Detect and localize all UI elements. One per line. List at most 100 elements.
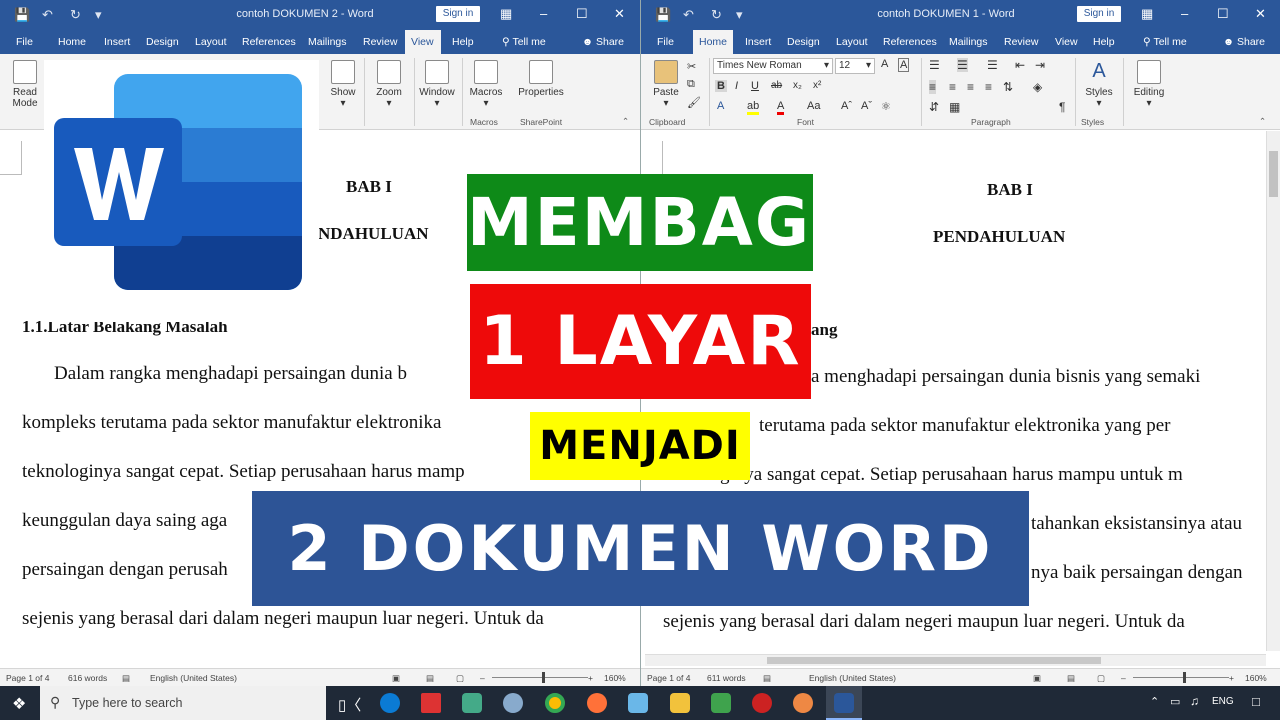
change-case-icon[interactable]: Aa: [807, 100, 820, 112]
pilcrow-icon[interactable]: ¶: [1059, 100, 1065, 114]
file-explorer-icon[interactable]: [670, 693, 690, 713]
zoom-in-button[interactable]: +: [588, 673, 593, 683]
tab-layout[interactable]: Layout: [830, 30, 874, 54]
format-painter-icon[interactable]: 🖌: [687, 96, 701, 109]
tab-mailings[interactable]: Mailings: [943, 30, 994, 54]
paste-button[interactable]: Paste ▾: [651, 60, 681, 109]
line-spacing-icon[interactable]: ⇅: [1003, 80, 1013, 94]
properties-button[interactable]: Properties: [516, 60, 566, 98]
tab-review[interactable]: Review: [357, 30, 403, 54]
h-scrollbar-thumb[interactable]: [767, 657, 1101, 664]
share-button[interactable]: ☻ Share: [1217, 30, 1271, 54]
zoom-level[interactable]: 160%: [604, 673, 626, 683]
grow-font-icon[interactable]: Aˆ: [841, 100, 852, 112]
undo-icon[interactable]: ↶: [683, 7, 694, 23]
zoom-in-button[interactable]: +: [1229, 673, 1234, 683]
proofing-icon[interactable]: ▤: [763, 673, 771, 684]
shrink-font-icon[interactable]: Aˇ: [861, 100, 872, 112]
tab-file[interactable]: File: [651, 30, 680, 54]
tab-design[interactable]: Design: [140, 30, 185, 54]
close-button[interactable]: ✕: [1255, 6, 1266, 22]
customize-icon[interactable]: ▾: [95, 7, 102, 23]
chrome-icon[interactable]: [545, 693, 565, 713]
zoom-button[interactable]: Zoom ▾: [370, 60, 408, 109]
word-count[interactable]: 611 words: [707, 673, 746, 683]
shading-icon[interactable]: ◈: [1033, 80, 1042, 94]
strikethrough-button[interactable]: ab: [771, 80, 782, 91]
italic-button[interactable]: I: [735, 80, 738, 92]
app-icon[interactable]: [421, 693, 441, 713]
subscript-button[interactable]: x₂: [793, 80, 802, 91]
tell-me-search[interactable]: ⚲ Tell me: [1137, 30, 1193, 54]
word-count[interactable]: 616 words: [68, 673, 107, 683]
tab-layout[interactable]: Layout: [189, 30, 233, 54]
sign-in-button[interactable]: Sign in: [436, 6, 480, 22]
tab-insert[interactable]: Insert: [98, 30, 136, 54]
borders-icon[interactable]: ▦: [949, 100, 960, 114]
windows-start-icon[interactable]: ❖: [12, 694, 26, 714]
numbering-icon[interactable]: ☰: [957, 58, 968, 72]
macros-button[interactable]: Macros ▾: [466, 60, 506, 109]
align-left-icon[interactable]: ≡: [929, 80, 937, 94]
read-view-icon[interactable]: ▣: [392, 673, 400, 684]
tab-help[interactable]: Help: [446, 30, 480, 54]
ribbon-display-icon[interactable]: ▦: [1141, 6, 1153, 22]
zoom-level[interactable]: 160%: [1245, 673, 1267, 683]
highlight-icon[interactable]: ab: [747, 100, 760, 115]
share-button[interactable]: ☻ Share: [576, 30, 630, 54]
collapse-ribbon-icon[interactable]: ⌃: [1259, 116, 1266, 127]
phonetic-icon[interactable]: ⚛: [881, 100, 891, 113]
notification-icon[interactable]: □: [1252, 694, 1260, 709]
tab-home[interactable]: Home: [52, 30, 92, 54]
tab-design[interactable]: Design: [781, 30, 826, 54]
redo-icon[interactable]: ↻: [70, 7, 81, 23]
page-count[interactable]: Page 1 of 4: [6, 673, 49, 683]
tab-file[interactable]: File: [10, 30, 39, 54]
increase-indent-icon[interactable]: ⇥: [1035, 58, 1045, 72]
maximize-button[interactable]: ☐: [1217, 6, 1229, 22]
zoom-slider[interactable]: [492, 677, 588, 678]
bold-button[interactable]: B: [715, 80, 727, 92]
window-button[interactable]: Window ▾: [418, 60, 456, 109]
align-center-icon[interactable]: ≡: [949, 80, 956, 94]
cut-icon[interactable]: ✂: [687, 60, 696, 73]
app-icon[interactable]: [503, 693, 523, 713]
tab-references[interactable]: References: [877, 30, 943, 54]
web-layout-icon[interactable]: ▢: [456, 673, 464, 684]
app-icon[interactable]: [628, 693, 648, 713]
superscript-button[interactable]: x²: [813, 80, 821, 91]
font-size-select[interactable]: 12 ▾: [835, 58, 875, 74]
minimize-button[interactable]: –: [540, 6, 547, 21]
read-mode-button[interactable]: Read Mode: [6, 60, 44, 109]
tab-mailings[interactable]: Mailings: [302, 30, 353, 54]
redo-icon[interactable]: ↻: [711, 7, 722, 23]
ribbon-display-icon[interactable]: ▦: [500, 6, 512, 22]
scrollbar-thumb[interactable]: [1269, 151, 1278, 197]
taskbar-search-box[interactable]: ⚲ Type here to search: [40, 686, 326, 720]
tab-review[interactable]: Review: [998, 30, 1044, 54]
read-view-icon[interactable]: ▣: [1033, 673, 1041, 684]
web-layout-icon[interactable]: ▢: [1097, 673, 1105, 684]
proofing-icon[interactable]: ▤: [122, 673, 130, 684]
language[interactable]: English (United States): [150, 673, 237, 683]
customize-icon[interactable]: ▾: [736, 7, 743, 23]
save-icon[interactable]: 💾: [655, 7, 671, 23]
bullets-icon[interactable]: ☰: [929, 58, 940, 72]
align-right-icon[interactable]: ≡: [967, 80, 974, 94]
copy-icon[interactable]: ⧉: [687, 78, 695, 91]
edge-icon[interactable]: [380, 693, 400, 713]
print-layout-icon[interactable]: ▤: [1067, 673, 1075, 684]
app-icon[interactable]: [711, 693, 731, 713]
undo-icon[interactable]: ↶: [42, 7, 53, 23]
tab-references[interactable]: References: [236, 30, 302, 54]
text-effects-icon[interactable]: A: [717, 100, 724, 112]
styles-button[interactable]: A Styles ▾: [1081, 60, 1117, 109]
underline-button[interactable]: U: [751, 80, 759, 92]
justify-icon[interactable]: ≡: [985, 80, 992, 94]
volume-icon[interactable]: ♫: [1190, 694, 1199, 708]
sort-icon[interactable]: ⇵: [929, 100, 939, 114]
firefox-icon[interactable]: [587, 693, 607, 713]
zoom-slider-thumb[interactable]: [1183, 672, 1186, 683]
vertical-scrollbar[interactable]: [1266, 131, 1280, 651]
page-count[interactable]: Page 1 of 4: [647, 673, 690, 683]
